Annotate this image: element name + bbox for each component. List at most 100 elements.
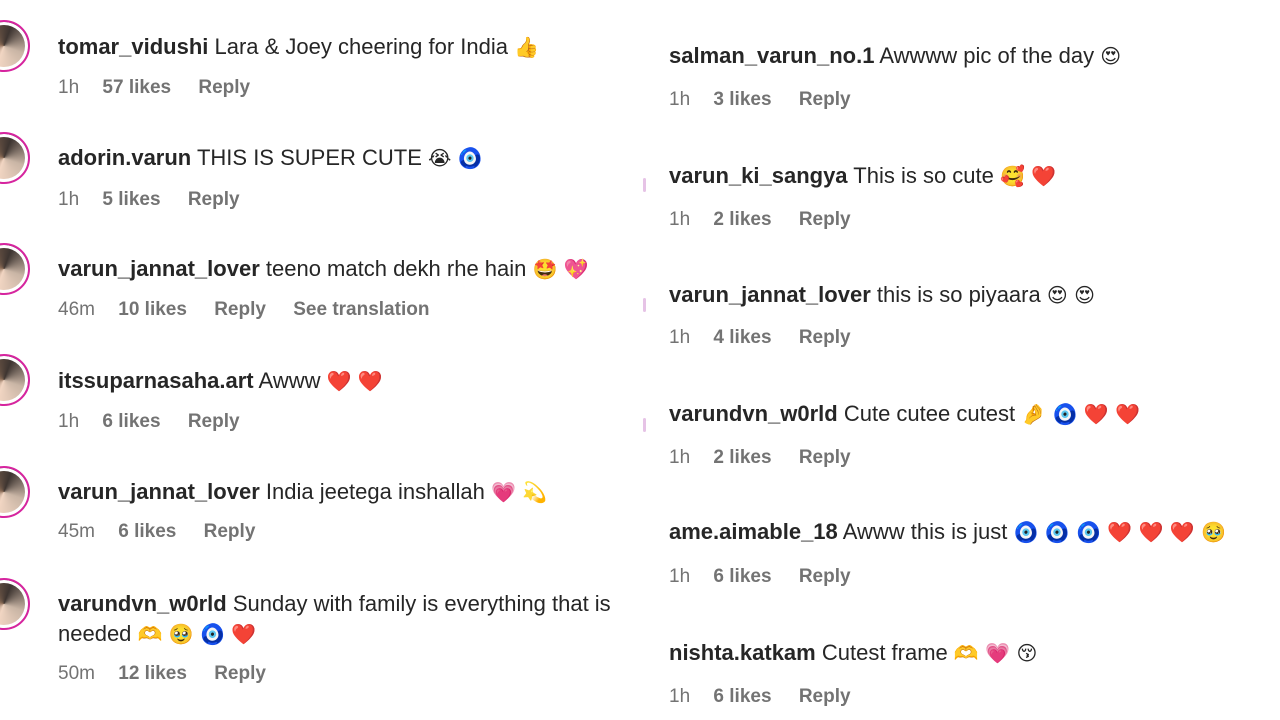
reply-button[interactable]: Reply (188, 189, 240, 210)
reply-button[interactable]: Reply (799, 209, 851, 230)
comment-time[interactable]: 1h (669, 686, 690, 707)
comment-meta: 1h 2 likes Reply (669, 447, 873, 469)
comment-time[interactable]: 45m (58, 521, 95, 542)
comment-likes[interactable]: 6 likes (118, 521, 176, 542)
comment-username[interactable]: varundvn_w0rld (669, 401, 838, 426)
comment-text-line: ame.aimable_18 Awww this is just 🧿 🧿 🧿 ❤… (669, 517, 1274, 547)
comment-meta: 1h 2 likes Reply (669, 209, 873, 231)
avatar[interactable] (0, 243, 30, 295)
reply-button[interactable]: Reply (799, 327, 851, 348)
comment-time[interactable]: 50m (58, 663, 95, 684)
comment-meta: 45m 6 likes Reply (58, 521, 277, 543)
see-translation-link[interactable]: See translation (293, 299, 429, 320)
comment-meta: 1h 4 likes Reply (669, 327, 873, 349)
comment-time[interactable]: 46m (58, 299, 95, 320)
comment-emoji: 🥰 ❤️ (1000, 164, 1057, 188)
comment-body: India jeetega inshallah (265, 479, 485, 504)
comment-emoji: 🫶 🥹 🧿 ❤️ (137, 622, 257, 646)
comment-username[interactable]: varun_jannat_lover (58, 256, 260, 281)
comment-meta: 50m 12 likes Reply (58, 663, 288, 685)
right-comment-column: salman_varun_no.1 Awwww pic of the day 😍… (643, 0, 1280, 720)
comment-emoji: 🧿 🧿 🧿 ❤️ ❤️ ❤️ 🥹 (1013, 520, 1226, 544)
comment-likes[interactable]: 3 likes (713, 89, 771, 110)
comment-body: Awww (258, 368, 321, 393)
comment-text-line: varundvn_w0rld Sunday with family is eve… (58, 589, 643, 649)
reply-button[interactable]: Reply (204, 521, 256, 542)
comment-emoji: ❤️ ❤️ (326, 369, 383, 393)
comment-meta: 1h 5 likes Reply (58, 189, 262, 211)
comment-likes[interactable]: 4 likes (713, 327, 771, 348)
comment-text-line: adorin.varun THIS IS SUPER CUTE 😭 🧿 (58, 143, 639, 173)
comment-text-line: varun_jannat_lover India jeetega inshall… (58, 477, 639, 507)
reply-button[interactable]: Reply (198, 77, 250, 98)
comment-emoji: 👍 (514, 35, 540, 59)
comment-username[interactable]: nishta.katkam (669, 640, 816, 665)
comment-body: Cutest frame (821, 640, 948, 665)
comment-username[interactable]: adorin.varun (58, 145, 191, 170)
comment-likes[interactable]: 12 likes (118, 663, 187, 684)
comment-likes[interactable]: 2 likes (713, 209, 771, 230)
comment-meta: 1h 6 likes Reply (669, 686, 873, 708)
left-comment-column: tomar_vidushi Lara & Joey cheering for I… (0, 0, 645, 720)
avatar-edge (643, 298, 646, 312)
comment-time[interactable]: 1h (58, 189, 79, 210)
avatar[interactable] (0, 354, 30, 406)
comment-meta: 1h 57 likes Reply (58, 77, 272, 99)
avatar[interactable] (0, 578, 30, 630)
comment-time[interactable]: 1h (669, 566, 690, 587)
comment-emoji: 😍 😍 (1046, 283, 1095, 307)
comment-likes[interactable]: 5 likes (102, 189, 160, 210)
comment-emoji: 😍 (1100, 44, 1122, 68)
comment-time[interactable]: 1h (58, 77, 79, 98)
reply-button[interactable]: Reply (799, 89, 851, 110)
comment-text-line: salman_varun_no.1 Awwww pic of the day 😍 (669, 41, 1274, 71)
reply-button[interactable]: Reply (799, 566, 851, 587)
reply-button[interactable]: Reply (188, 411, 240, 432)
comment-text-line: varun_ki_sangya This is so cute 🥰 ❤️ (669, 161, 1274, 191)
comment-body: Lara & Joey cheering for India (214, 34, 509, 59)
reply-button[interactable]: Reply (214, 663, 266, 684)
comment-body: Awww this is just (842, 519, 1008, 544)
comment-emoji: 😭 🧿 (428, 146, 483, 170)
comment-emoji: 🫶 💗 😚 (953, 641, 1038, 665)
comment-time[interactable]: 1h (669, 89, 690, 110)
comment-username[interactable]: varun_jannat_lover (669, 282, 871, 307)
comment-username[interactable]: itssuparnasaha.art (58, 368, 254, 393)
comment-likes[interactable]: 2 likes (713, 447, 771, 468)
comment-text-line: tomar_vidushi Lara & Joey cheering for I… (58, 32, 639, 62)
comment-time[interactable]: 1h (669, 447, 690, 468)
comment-text-line: varun_jannat_lover this is so piyaara 😍 … (669, 280, 1274, 310)
comment-text-line: nishta.katkam Cutest frame 🫶 💗 😚 (669, 638, 1274, 668)
avatar[interactable] (0, 20, 30, 72)
comment-emoji: 💗 💫 (490, 480, 548, 504)
comment-likes[interactable]: 57 likes (102, 77, 171, 98)
comment-time[interactable]: 1h (669, 327, 690, 348)
reply-button[interactable]: Reply (799, 447, 851, 468)
comment-body: This is so cute (853, 163, 994, 188)
avatar[interactable] (0, 132, 30, 184)
comment-likes[interactable]: 6 likes (102, 411, 160, 432)
comment-time[interactable]: 1h (58, 411, 79, 432)
comment-likes[interactable]: 10 likes (118, 299, 187, 320)
comment-body: teeno match dekh rhe hain (265, 256, 527, 281)
comment-meta: 1h 6 likes Reply (669, 566, 873, 588)
comment-likes[interactable]: 6 likes (713, 686, 771, 707)
reply-button[interactable]: Reply (799, 686, 851, 707)
comment-text-line: itssuparnasaha.art Awww ❤️ ❤️ (58, 366, 639, 396)
comment-emoji: 🤩 💖 (532, 257, 589, 281)
comment-username[interactable]: varun_ki_sangya (669, 163, 848, 188)
comment-emoji: 🤌 🧿 ❤️ ❤️ (1021, 402, 1140, 426)
comment-username[interactable]: tomar_vidushi (58, 34, 208, 59)
comment-text-line: varun_jannat_lover teeno match dekh rhe … (58, 254, 639, 284)
comment-username[interactable]: ame.aimable_18 (669, 519, 838, 544)
comment-username[interactable]: salman_varun_no.1 (669, 43, 874, 68)
comment-meta: 1h 6 likes Reply (58, 411, 262, 433)
reply-button[interactable]: Reply (214, 299, 266, 320)
comment-username[interactable]: varundvn_w0rld (58, 591, 227, 616)
avatar[interactable] (0, 466, 30, 518)
comment-body: this is so piyaara (876, 282, 1041, 307)
comment-meta: 46m 10 likes Reply See translation (58, 299, 451, 321)
comment-likes[interactable]: 6 likes (713, 566, 771, 587)
comment-time[interactable]: 1h (669, 209, 690, 230)
comment-username[interactable]: varun_jannat_lover (58, 479, 260, 504)
